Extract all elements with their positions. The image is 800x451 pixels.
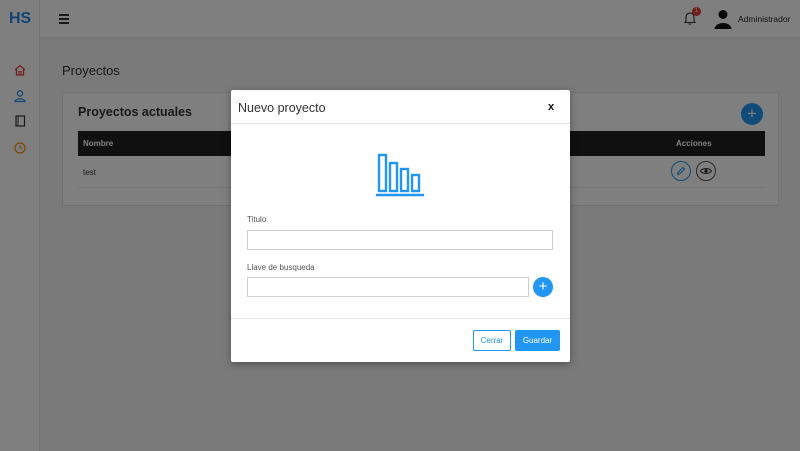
modal-title: Nuevo proyecto bbox=[238, 101, 326, 115]
close-icon[interactable]: x bbox=[548, 101, 554, 113]
save-button[interactable]: Guardar bbox=[515, 330, 560, 351]
titulo-input[interactable] bbox=[247, 230, 553, 250]
titulo-label: Titulo bbox=[247, 215, 267, 224]
new-project-modal: Nuevo proyecto x Titulo Llave de busqued… bbox=[231, 90, 570, 362]
modal-footer-divider bbox=[231, 318, 570, 319]
bar-chart-icon bbox=[376, 153, 424, 197]
llave-input[interactable] bbox=[247, 277, 529, 297]
llave-label: Llave de busqueda bbox=[247, 263, 315, 272]
modal-divider bbox=[231, 123, 570, 124]
add-key-button[interactable]: + bbox=[533, 277, 553, 297]
cancel-button[interactable]: Cerrar bbox=[473, 330, 511, 351]
